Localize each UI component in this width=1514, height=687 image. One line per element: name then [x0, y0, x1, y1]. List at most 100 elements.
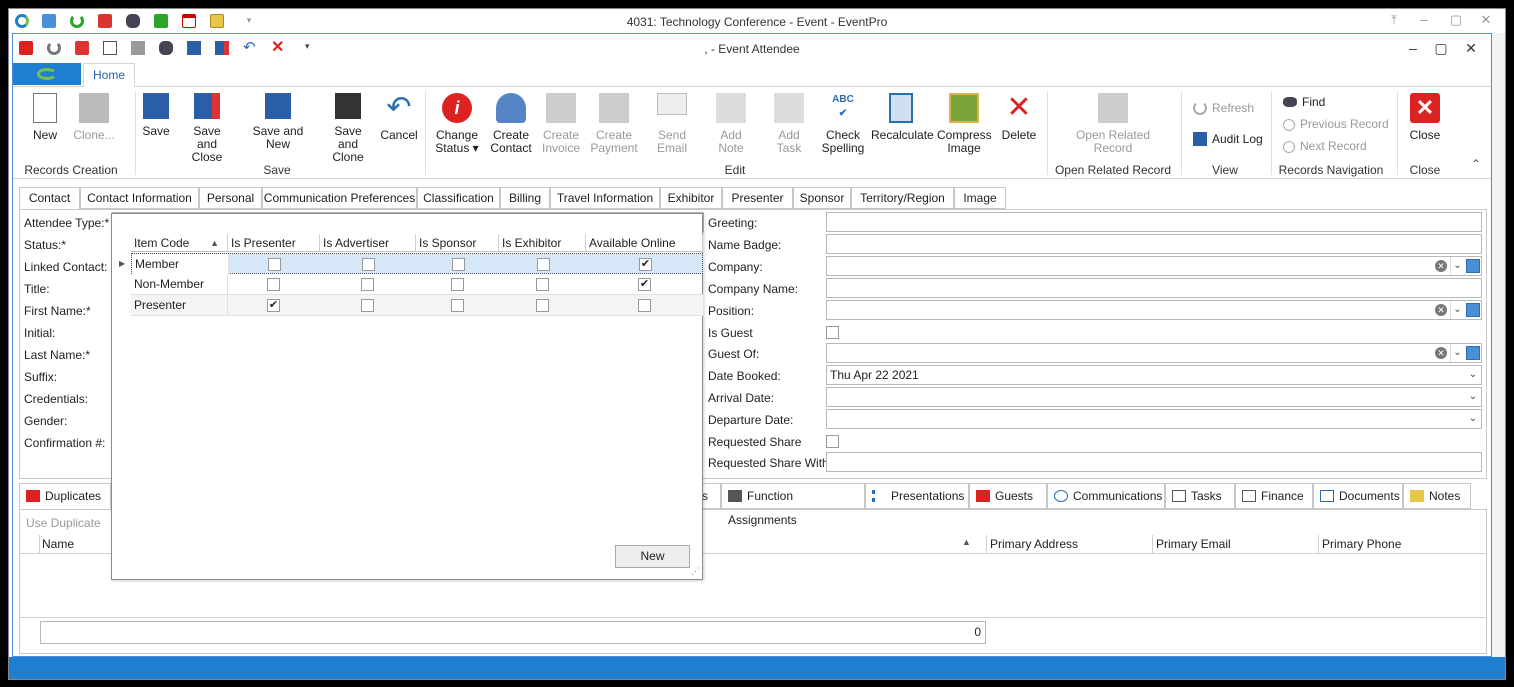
maximize-icon[interactable]: ▢ — [1433, 40, 1449, 56]
save-and-new-button[interactable]: Save and New — [241, 93, 315, 151]
tab-exhibitor[interactable]: Exhibitor — [660, 187, 722, 209]
delete-button[interactable]: ✕ Delete — [999, 93, 1039, 142]
create-contact-button[interactable]: Create Contact — [487, 93, 535, 155]
is-advertiser-checkbox[interactable] — [361, 299, 374, 312]
table-row[interactable]: Member ✔ — [131, 253, 703, 274]
save-and-clone-button[interactable]: Save and Clone — [323, 93, 373, 164]
minimize-outer-icon[interactable]: – — [1417, 13, 1431, 27]
col-primary-email[interactable]: Primary Email — [1156, 537, 1231, 551]
arrival-date-input[interactable]: ⌄ — [826, 387, 1482, 407]
tab-sponsor[interactable]: Sponsor — [793, 187, 851, 209]
is-advertiser-checkbox[interactable] — [362, 258, 375, 271]
collapse-ribbon-icon[interactable]: ⌃ — [1471, 157, 1481, 171]
position-combo[interactable]: ✕ ⌄ — [826, 300, 1482, 320]
col-primary-address[interactable]: Primary Address — [990, 537, 1078, 551]
date-booked-input[interactable]: Thu Apr 22 2021 ⌄ — [826, 365, 1482, 385]
change-status-button[interactable]: i Change Status ▾ — [433, 93, 481, 155]
tab-personal[interactable]: Personal — [199, 187, 262, 209]
available-online-checkbox[interactable]: ✔ — [638, 278, 651, 291]
next-record-button[interactable]: Next Record — [1283, 139, 1367, 153]
tab-documents[interactable]: Documents — [1313, 483, 1403, 509]
col-is-sponsor[interactable]: Is Sponsor — [416, 234, 499, 252]
resize-grip-icon[interactable]: ⋰ — [691, 566, 700, 577]
col-available-online[interactable]: Available Online — [586, 234, 703, 252]
clone-button[interactable]: Clone... — [69, 93, 119, 142]
new-button[interactable]: New — [615, 545, 690, 568]
tab-duplicates[interactable]: Duplicates — [19, 483, 111, 509]
col-primary-phone[interactable]: Primary Phone — [1322, 537, 1401, 551]
add-note-button[interactable]: Add Note — [707, 93, 755, 155]
check-spelling-button[interactable]: ABC ✔ Check Spelling — [821, 93, 865, 155]
is-exhibitor-checkbox[interactable] — [536, 278, 549, 291]
close-outer-icon[interactable]: ✕ — [1479, 13, 1493, 27]
clear-icon[interactable]: ✕ — [1435, 347, 1447, 359]
tab-contact[interactable]: Contact — [19, 187, 80, 210]
available-online-checkbox[interactable] — [638, 299, 651, 312]
table-row[interactable]: Non-Member ✔ — [131, 274, 703, 295]
requested-share-with-input[interactable] — [826, 452, 1482, 472]
open-related-record-button[interactable]: Open Related Record — [1073, 93, 1153, 155]
is-sponsor-checkbox[interactable] — [452, 258, 465, 271]
send-email-button[interactable]: Send Email — [645, 93, 699, 155]
is-presenter-checkbox[interactable] — [268, 258, 281, 271]
tab-guests[interactable]: Guests — [969, 483, 1047, 509]
is-sponsor-checkbox[interactable] — [451, 299, 464, 312]
refresh-button[interactable]: Refresh — [1193, 101, 1254, 115]
guest-of-combo[interactable]: ✕ ⌄ — [826, 343, 1482, 363]
tab-presentations[interactable]: Presentations — [865, 483, 969, 509]
col-is-exhibitor[interactable]: Is Exhibitor — [499, 234, 586, 252]
company-combo[interactable]: ✕ ⌄ — [826, 256, 1482, 276]
compress-image-button[interactable]: Compress Image — [937, 93, 992, 155]
save-and-close-button[interactable]: Save and Close — [183, 93, 231, 164]
save-button[interactable]: Save — [141, 93, 171, 138]
add-task-button[interactable]: Add Task — [765, 93, 813, 155]
is-guest-checkbox[interactable] — [826, 326, 839, 339]
grid-lookup-icon[interactable] — [1466, 259, 1480, 273]
maximize-outer-icon[interactable]: ▢ — [1449, 13, 1463, 27]
chevron-down-icon[interactable]: ⌄ — [1450, 344, 1464, 362]
clear-icon[interactable]: ✕ — [1435, 260, 1447, 272]
grid-lookup-icon[interactable] — [1466, 303, 1480, 317]
create-payment-button[interactable]: Create Payment — [589, 93, 639, 155]
close-icon[interactable]: ✕ — [1463, 40, 1479, 56]
col-item-code[interactable]: Item Code ▲ — [131, 234, 228, 252]
tab-billing[interactable]: Billing — [500, 187, 550, 209]
tab-home[interactable]: Home — [83, 63, 135, 88]
tab-function-assignments[interactable]: Function Assignments — [721, 483, 865, 527]
table-row[interactable]: Presenter ✔ — [131, 295, 703, 316]
is-advertiser-checkbox[interactable] — [361, 278, 374, 291]
tab-travel-information[interactable]: Travel Information — [550, 187, 660, 209]
departure-date-input[interactable]: ⌄ — [826, 409, 1482, 429]
tab-communication-preferences[interactable]: Communication Preferences — [262, 187, 417, 209]
tab-tasks[interactable]: Tasks — [1165, 483, 1235, 509]
name-badge-input[interactable] — [826, 234, 1482, 254]
col-is-presenter[interactable]: Is Presenter — [228, 234, 320, 252]
col-name[interactable]: Name — [42, 537, 74, 551]
is-sponsor-checkbox[interactable] — [451, 278, 464, 291]
find-button[interactable]: Find — [1283, 95, 1325, 109]
company-name-input[interactable] — [826, 278, 1482, 298]
is-presenter-checkbox[interactable]: ✔ — [267, 299, 280, 312]
new-button[interactable]: New — [27, 93, 63, 142]
create-invoice-button[interactable]: Create Invoice — [539, 93, 583, 155]
clear-icon[interactable]: ✕ — [1435, 304, 1447, 316]
chevron-down-icon[interactable]: ⌄ — [1450, 257, 1464, 275]
tab-contact-information[interactable]: Contact Information — [80, 187, 199, 209]
requested-share-checkbox[interactable] — [826, 435, 839, 448]
recalculate-button[interactable]: Recalculate — [871, 93, 934, 142]
restore-outer-icon[interactable]: ⤒ — [1387, 13, 1401, 27]
tab-communications[interactable]: Communications — [1047, 483, 1165, 509]
col-is-advertiser[interactable]: Is Advertiser — [320, 234, 416, 252]
close-button[interactable]: ✕ Close — [1405, 93, 1445, 142]
tab-classification[interactable]: Classification — [417, 187, 500, 209]
available-online-checkbox[interactable]: ✔ — [639, 258, 652, 271]
tab-notes[interactable]: Notes — [1403, 483, 1471, 509]
tab-finance[interactable]: Finance — [1235, 483, 1313, 509]
chevron-down-icon[interactable]: ⌄ — [1465, 388, 1481, 406]
cancel-button[interactable]: ↶ Cancel — [379, 93, 419, 142]
minimize-icon[interactable]: – — [1405, 40, 1421, 56]
chevron-down-icon[interactable]: ⌄ — [1450, 301, 1464, 319]
chevron-down-icon[interactable]: ⌄ — [1465, 366, 1481, 384]
tab-territory-region[interactable]: Territory/Region — [851, 187, 954, 209]
chevron-down-icon[interactable]: ⌄ — [1465, 410, 1481, 428]
